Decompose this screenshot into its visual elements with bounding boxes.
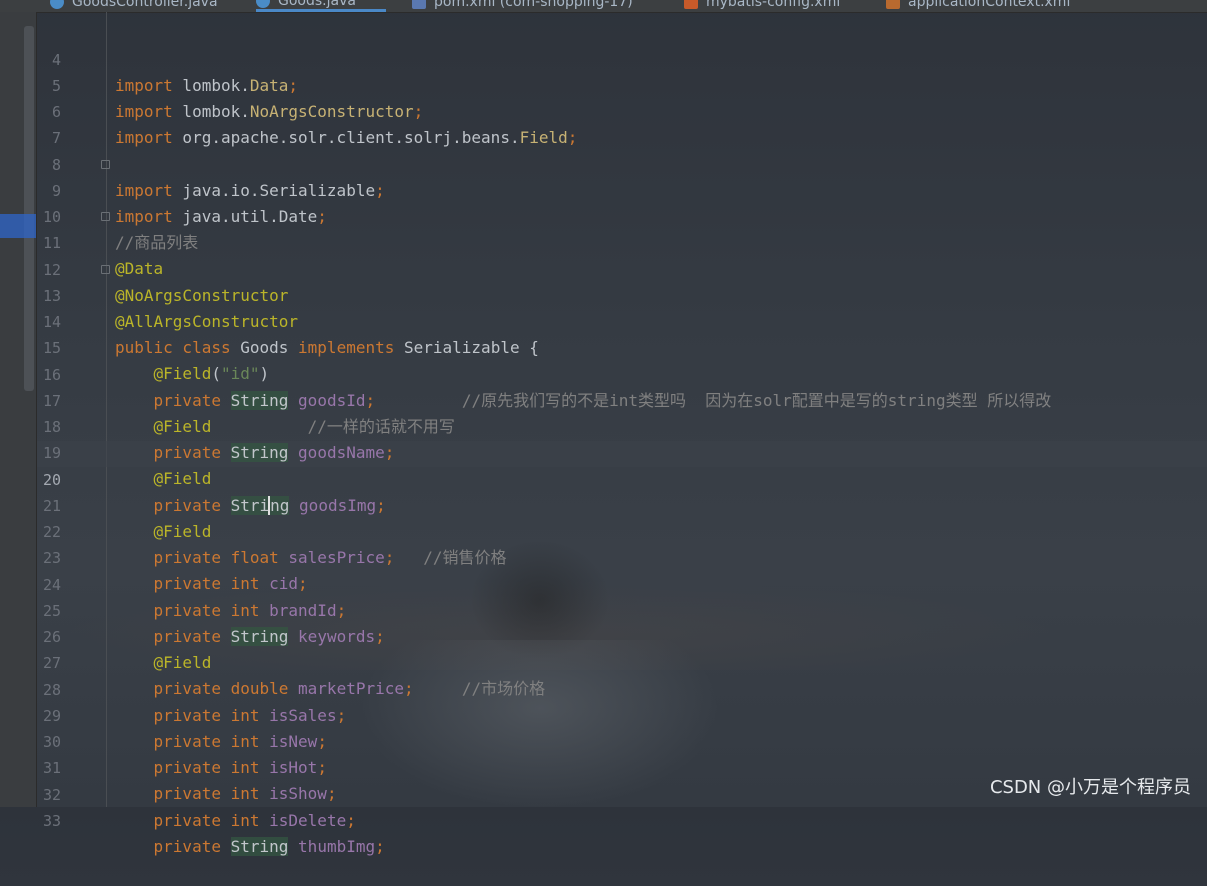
tab-label: GoodsController.java bbox=[72, 0, 218, 10]
code-line: 11 @Data bbox=[0, 204, 1207, 278]
tab-label: pom.xml (com-shopping-17) bbox=[434, 0, 633, 10]
code-line: 25 private String keywords; bbox=[0, 572, 1207, 646]
csdn-watermark: CSDN @小万是个程序员 bbox=[989, 777, 1191, 798]
line-number: 33 bbox=[42, 812, 61, 830]
code-line: 12 @NoArgsConstructor bbox=[0, 231, 1207, 305]
tab-label: Goods.java bbox=[278, 0, 356, 9]
tab-goods-controller[interactable]: GoodsController.java bbox=[50, 0, 218, 12]
code-line: 18 private String goodsName; bbox=[0, 388, 1207, 462]
code-line: 14 public class Goods implements Seriali… bbox=[0, 283, 1207, 357]
code-line: 24 private int brandId; bbox=[0, 546, 1207, 620]
code-text[interactable]: private String thumbImg; bbox=[115, 834, 385, 860]
code-line: 29 private int isNew; bbox=[0, 677, 1207, 751]
code-line: 7 bbox=[0, 99, 1207, 147]
tab-application-context[interactable]: applicationContext.xml bbox=[886, 0, 1070, 12]
java-class-icon bbox=[50, 0, 64, 9]
tab-label: mybatis-config.xml bbox=[706, 0, 841, 10]
maven-icon bbox=[412, 0, 426, 9]
code-line: 5 import lombok.NoArgsConstructor; bbox=[0, 47, 1207, 121]
tab-pom[interactable]: pom.xml (com-shopping-17) bbox=[412, 0, 633, 12]
code-line: 17 @Field //一样的话就不用写 bbox=[0, 362, 1207, 436]
code-line: 19 @Field bbox=[0, 414, 1207, 488]
code-line: 16 private String goodsId; //原先我们写的不是int… bbox=[0, 336, 1207, 410]
code-line: 30 private int isHot; bbox=[0, 703, 1207, 777]
editor-tab-bar: GoodsController.java Goods.java pom.xml … bbox=[0, 0, 1207, 13]
code-line: 21 @Field bbox=[0, 467, 1207, 541]
code-line: 15 @Field("id") bbox=[0, 309, 1207, 383]
code-line: 6 import org.apache.solr.client.solrj.be… bbox=[0, 73, 1207, 147]
code-line: 13 @AllArgsConstructor bbox=[0, 257, 1207, 331]
code-text[interactable]: private int isDelete; bbox=[115, 808, 356, 834]
java-class-icon bbox=[256, 0, 270, 8]
code-line: 20 private String goodsImg; bbox=[0, 441, 1207, 515]
code-line: 27 private double marketPrice; //市场价格 bbox=[0, 624, 1207, 698]
tab-mybatis-config[interactable]: mybatis-config.xml bbox=[684, 0, 840, 12]
code-line: 4 import lombok.Data; bbox=[0, 21, 1207, 95]
tab-label: applicationContext.xml bbox=[908, 0, 1071, 10]
code-line: 23 private int cid; bbox=[0, 519, 1207, 593]
code-line: 26 @Field bbox=[0, 598, 1207, 672]
spring-xml-icon bbox=[886, 0, 900, 9]
xml-icon bbox=[684, 0, 698, 9]
code-line: 10 //商品列表 bbox=[0, 178, 1207, 252]
code-line: 28 private int isSales; bbox=[0, 651, 1207, 725]
code-line: 22 private float salesPrice; //销售价格 bbox=[0, 493, 1207, 567]
code-line: 31 private int isShow; bbox=[0, 729, 1207, 803]
code-line: 9 import java.util.Date; bbox=[0, 152, 1207, 226]
tab-goods[interactable]: Goods.java bbox=[256, 0, 386, 12]
code-line: 8 import java.io.Serializable; bbox=[0, 126, 1207, 200]
